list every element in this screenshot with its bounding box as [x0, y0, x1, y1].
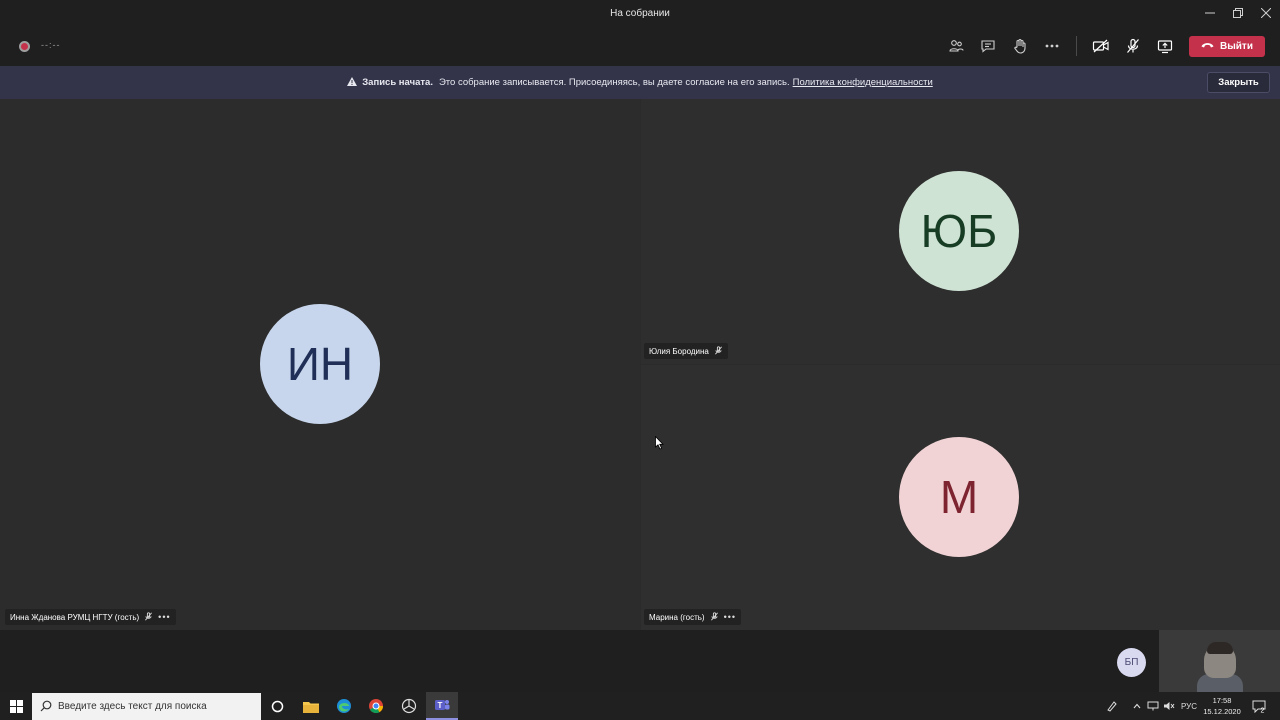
hang-up-icon — [1201, 41, 1214, 52]
svg-text:2: 2 — [1261, 707, 1265, 713]
meeting-timer: --:-- — [41, 40, 61, 50]
participant-avatar: М — [899, 437, 1019, 557]
network-icon[interactable] — [1147, 692, 1159, 720]
windows-taskbar: Введите здесь текст для поиска T РУС 17:… — [0, 692, 1280, 720]
cortana-icon[interactable] — [261, 692, 293, 720]
clock-date: 15.12.2020 — [1203, 707, 1241, 716]
speaker-icon[interactable] — [1163, 692, 1175, 720]
meeting-toolbar: --:-- Выйти — [0, 26, 1280, 66]
notifications-icon[interactable]: 2 — [1252, 692, 1266, 720]
participant-name: Юлия Бородина — [649, 346, 709, 356]
restore-icon[interactable] — [1224, 0, 1252, 26]
taskbar-clock[interactable]: 17:58 15.12.2020 — [1198, 695, 1246, 717]
mic-muted-icon — [714, 345, 723, 357]
chevron-up-icon[interactable] — [1132, 692, 1142, 720]
leave-button-label: Выйти — [1220, 41, 1253, 52]
participant-name-tag: Марина (гость) ••• — [644, 609, 742, 625]
self-video-preview[interactable] — [1159, 630, 1280, 692]
participant-name-tag: Инна Жданова РУМЦ НГТУ (гость) ••• — [5, 609, 176, 625]
participants-icon[interactable] — [944, 34, 968, 58]
self-avatar[interactable]: БП — [1117, 648, 1146, 677]
chrome-icon[interactable] — [360, 692, 392, 720]
mic-muted-icon — [144, 611, 153, 623]
privacy-policy-link[interactable]: Политика конфиденциальности — [793, 77, 933, 88]
taskbar-search-box[interactable]: Введите здесь текст для поиска — [32, 693, 261, 720]
language-indicator[interactable]: РУС — [1181, 692, 1197, 720]
mic-muted-icon — [710, 611, 719, 623]
window-titlebar: На собрании — [0, 0, 1280, 26]
recording-banner: Запись начата. Это собрание записывается… — [0, 66, 1280, 99]
windows-start-icon[interactable] — [0, 692, 32, 720]
chat-icon[interactable] — [976, 34, 1000, 58]
participant-more-icon[interactable]: ••• — [158, 612, 170, 622]
self-view-strip: БП — [0, 630, 1280, 692]
clock-time: 17:58 — [1212, 696, 1232, 705]
participant-avatar: ИН — [260, 304, 380, 424]
participant-name-tag: Юлия Бородина — [644, 343, 728, 359]
file-explorer-icon[interactable] — [295, 692, 327, 720]
participant-name: Инна Жданова РУМЦ НГТУ (гость) — [10, 612, 140, 622]
teams-icon[interactable]: T — [426, 692, 458, 720]
mouse-cursor-icon — [655, 435, 664, 455]
raise-hand-icon[interactable] — [1008, 34, 1032, 58]
svg-text:T: T — [438, 701, 443, 710]
video-stage: ИН Инна Жданова РУМЦ НГТУ (гость) ••• ЮБ… — [0, 99, 1280, 630]
edge-browser-icon[interactable] — [328, 692, 360, 720]
banner-title: Запись начата. — [362, 77, 433, 88]
toolbar-divider — [1076, 36, 1077, 56]
recording-indicator-icon — [19, 41, 30, 52]
search-icon — [40, 700, 52, 715]
participant-avatar: ЮБ — [899, 171, 1019, 291]
minimize-icon[interactable] — [1196, 0, 1224, 26]
leave-button[interactable]: Выйти — [1189, 36, 1265, 57]
app-icon[interactable] — [393, 692, 425, 720]
participant-name: Марина (гость) — [649, 612, 705, 622]
mic-off-icon[interactable] — [1121, 34, 1145, 58]
warning-icon — [347, 76, 358, 89]
banner-text: Это собрание записывается. Присоединяясь… — [438, 77, 790, 88]
window-title: На собрании — [610, 7, 670, 19]
pen-workspace-icon[interactable] — [1106, 692, 1118, 720]
more-options-icon[interactable] — [1040, 34, 1064, 58]
participant-tile[interactable]: ИН Инна Жданова РУМЦ НГТУ (гость) ••• — [0, 99, 640, 630]
participant-tile[interactable]: М Марина (гость) ••• — [641, 365, 1280, 630]
participant-more-icon[interactable]: ••• — [724, 612, 736, 622]
banner-close-button[interactable]: Закрыть — [1207, 72, 1270, 93]
close-window-icon[interactable] — [1252, 0, 1280, 26]
participant-tile[interactable]: ЮБ Юлия Бородина — [641, 99, 1280, 364]
window-controls — [1196, 0, 1280, 26]
search-placeholder: Введите здесь текст для поиска — [58, 701, 207, 712]
camera-off-icon[interactable] — [1089, 34, 1113, 58]
share-screen-icon[interactable] — [1153, 34, 1177, 58]
